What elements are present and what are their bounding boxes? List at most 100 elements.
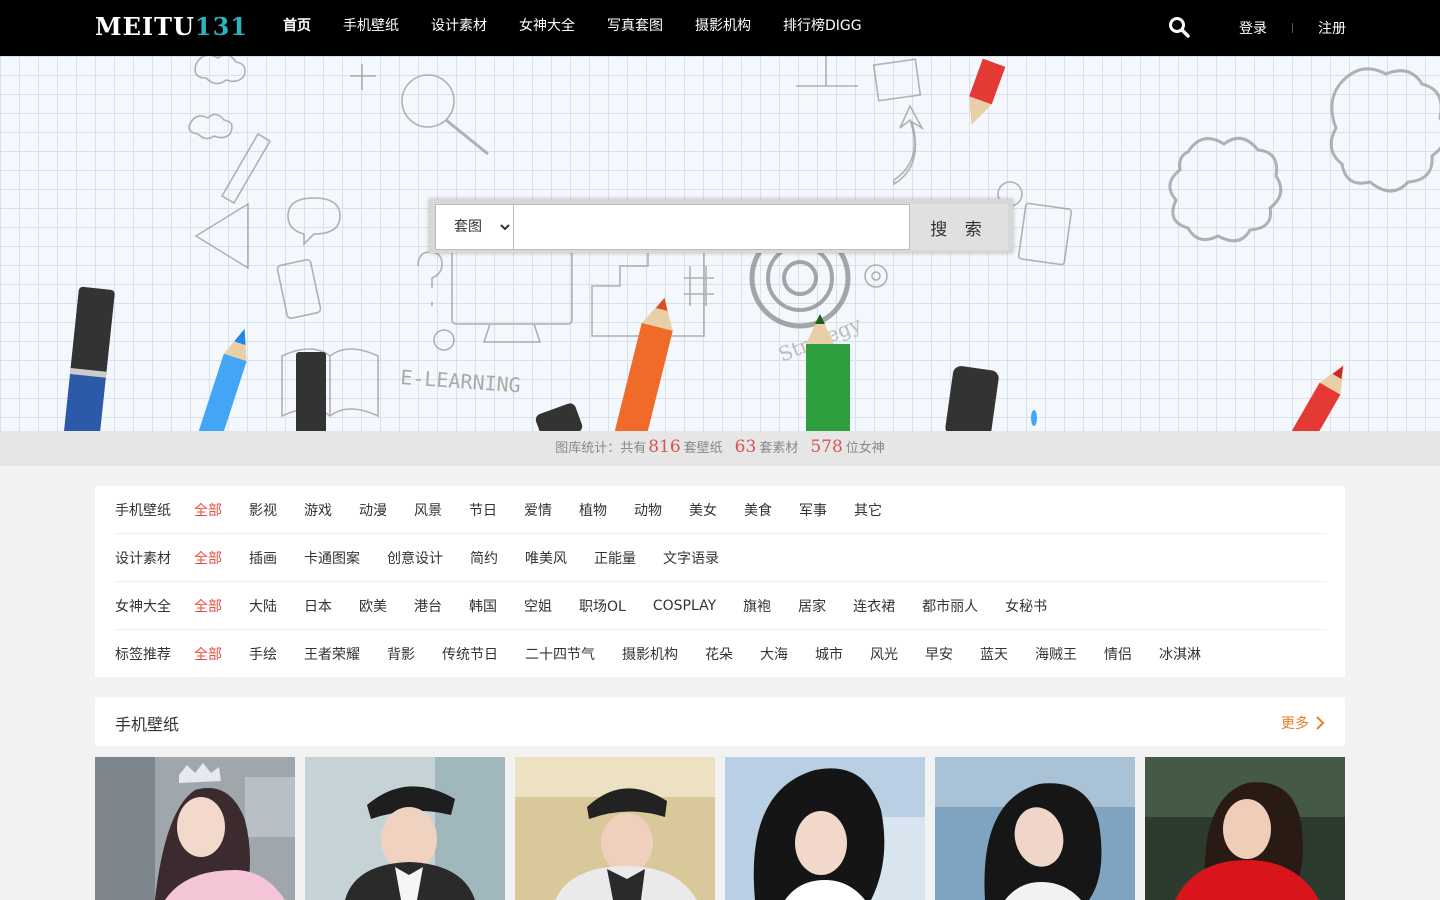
category-item[interactable]: 手绘	[249, 644, 277, 664]
category-item[interactable]: 女秘书	[1005, 596, 1047, 616]
category-item[interactable]: 冰淇淋	[1159, 644, 1201, 664]
category-item[interactable]: 日本	[304, 596, 332, 616]
category-row-wallpaper: 手机壁纸 全部 影视 游戏 动漫 风景 节日 爱情 植物 动物 美女 美食 军事 其它	[115, 486, 1327, 534]
category-item[interactable]: 动物	[634, 500, 662, 520]
stats-material-count: 63	[734, 437, 757, 457]
category-item[interactable]: 美女	[689, 500, 717, 520]
category-item[interactable]: 唯美风	[525, 548, 567, 568]
search-icon[interactable]	[1168, 16, 1190, 38]
site-logo[interactable]: MEITU131	[95, 13, 248, 41]
nav-photo-sets[interactable]: 写真套图	[607, 0, 663, 56]
hero-banner: E-LEARNING Strategy	[0, 56, 1440, 431]
chevron-right-icon	[1316, 716, 1325, 730]
nav-ranking[interactable]: 排行榜DIGG	[783, 0, 862, 56]
category-item[interactable]: 居家	[798, 596, 826, 616]
category-item[interactable]: 插画	[249, 548, 277, 568]
category-item[interactable]: 动漫	[359, 500, 387, 520]
wallpaper-thumb[interactable]	[305, 757, 505, 900]
category-item[interactable]: 游戏	[304, 500, 332, 520]
category-item[interactable]: 蓝天	[980, 644, 1008, 664]
nav-studios[interactable]: 摄影机构	[695, 0, 751, 56]
category-item[interactable]: 城市	[815, 644, 843, 664]
nav-phone-wallpaper[interactable]: 手机壁纸	[343, 0, 399, 56]
category-item[interactable]: 早安	[925, 644, 953, 664]
stats-goddess-unit: 位女神	[845, 441, 885, 456]
stats-prefix: 图库统计：共有	[555, 441, 647, 456]
search-button[interactable]: 搜 索	[910, 204, 1008, 250]
category-item[interactable]: 花朵	[705, 644, 733, 664]
category-label-design: 设计素材	[115, 550, 171, 567]
category-item[interactable]: 职场OL	[579, 596, 626, 616]
category-item[interactable]: COSPLAY	[653, 598, 716, 614]
category-item[interactable]: 爱情	[524, 500, 552, 520]
category-item[interactable]: 创意设计	[387, 548, 443, 568]
top-navbar: MEITU131 首页 手机壁纸 设计素材 女神大全 写真套图 摄影机构 排行榜…	[0, 0, 1440, 56]
category-label-wallpaper: 手机壁纸	[115, 502, 171, 519]
category-label-tags: 标签推荐	[115, 647, 171, 663]
category-item[interactable]: 背影	[387, 644, 415, 664]
category-item[interactable]: 大海	[760, 644, 788, 664]
search-type-select[interactable]: 套图	[435, 204, 514, 250]
search-input[interactable]	[514, 204, 910, 250]
category-item[interactable]: 文字语录	[663, 548, 719, 568]
category-item-all[interactable]: 全部	[194, 548, 222, 568]
section-title: 手机壁纸	[115, 715, 180, 734]
category-item[interactable]: 传统节日	[442, 644, 498, 664]
category-item[interactable]: 海贼王	[1035, 644, 1077, 664]
wallpaper-thumb[interactable]	[515, 757, 715, 900]
stats-goddess-count: 578	[810, 437, 843, 457]
category-item[interactable]: 空姐	[524, 596, 552, 616]
category-item[interactable]: 军事	[799, 500, 827, 520]
more-link[interactable]: 更多	[1281, 713, 1325, 733]
wallpaper-thumb[interactable]	[1145, 757, 1345, 900]
category-item[interactable]: 旗袍	[743, 596, 771, 616]
category-label-goddess: 女神大全	[115, 598, 171, 615]
category-item-all[interactable]: 全部	[194, 596, 222, 616]
auth-links: 登录 注册	[1239, 0, 1346, 56]
category-item[interactable]: 节日	[469, 500, 497, 520]
category-item[interactable]: 植物	[579, 500, 607, 520]
nav-design-material[interactable]: 设计素材	[431, 0, 487, 56]
wallpaper-thumb[interactable]	[935, 757, 1135, 900]
category-item[interactable]: 正能量	[594, 548, 636, 568]
register-link[interactable]: 注册	[1318, 18, 1346, 38]
category-item[interactable]: 风光	[870, 644, 898, 664]
section-header-wallpaper: 手机壁纸 更多	[95, 697, 1345, 746]
category-item[interactable]: 摄影机构	[622, 644, 678, 664]
category-item[interactable]: 影视	[249, 500, 277, 520]
stats-wallpaper-unit: 套壁纸	[683, 441, 723, 456]
category-item[interactable]: 其它	[854, 500, 882, 520]
search-box: 套图 搜 索	[429, 199, 1013, 253]
category-item[interactable]: 卡通图案	[304, 548, 360, 568]
category-item-all[interactable]: 全部	[194, 644, 222, 664]
more-label: 更多	[1281, 716, 1309, 732]
stats-wallpaper-count: 816	[648, 437, 681, 457]
category-item-all[interactable]: 全部	[194, 500, 222, 520]
wallpaper-thumb[interactable]	[95, 757, 295, 900]
category-item[interactable]: 简约	[470, 548, 498, 568]
category-row-goddess: 女神大全 全部 大陆 日本 欧美 港台 韩国 空姐 职场OL COSPLAY 旗袍 居家 连衣裙 都市丽人…	[115, 582, 1327, 630]
wallpaper-thumb[interactable]	[725, 757, 925, 900]
category-item[interactable]: 连衣裙	[853, 596, 895, 616]
auth-divider	[1292, 23, 1293, 33]
main-nav: 首页 手机壁纸 设计素材 女神大全 写真套图 摄影机构 排行榜DIGG	[283, 0, 894, 56]
category-item[interactable]: 风景	[414, 500, 442, 520]
login-link[interactable]: 登录	[1239, 18, 1267, 38]
category-item[interactable]: 都市丽人	[922, 596, 978, 616]
category-row-design: 设计素材 全部 插画 卡通图案 创意设计 简约 唯美风 正能量 文字语录	[115, 534, 1327, 582]
stats-material-unit: 套素材	[759, 441, 799, 456]
category-item[interactable]: 二十四节气	[525, 644, 595, 664]
category-item[interactable]: 港台	[414, 596, 442, 616]
category-item[interactable]: 欧美	[359, 596, 387, 616]
nav-home[interactable]: 首页	[283, 0, 311, 56]
library-stats: 图库统计：共有 816 套壁纸 63 套素材 578 位女神	[0, 431, 1440, 466]
category-row-tags: 标签推荐 全部 手绘 王者荣耀 背影 传统节日 二十四节气 摄影机构 花朵 大海 城市 风光 早安 蓝天 海…	[115, 630, 1327, 678]
nav-goddess[interactable]: 女神大全	[519, 0, 575, 56]
category-item[interactable]: 大陆	[249, 596, 277, 616]
category-item[interactable]: 王者荣耀	[304, 644, 360, 664]
category-item[interactable]: 美食	[744, 500, 772, 520]
category-item[interactable]: 韩国	[469, 596, 497, 616]
category-item[interactable]: 情侣	[1104, 644, 1132, 664]
category-panel: 手机壁纸 全部 影视 游戏 动漫 风景 节日 爱情 植物 动物 美女 美食 军事 其它 设计素材 全部 插画卡…	[95, 486, 1345, 677]
banner-text-elearning: E-LEARNING	[400, 365, 522, 397]
